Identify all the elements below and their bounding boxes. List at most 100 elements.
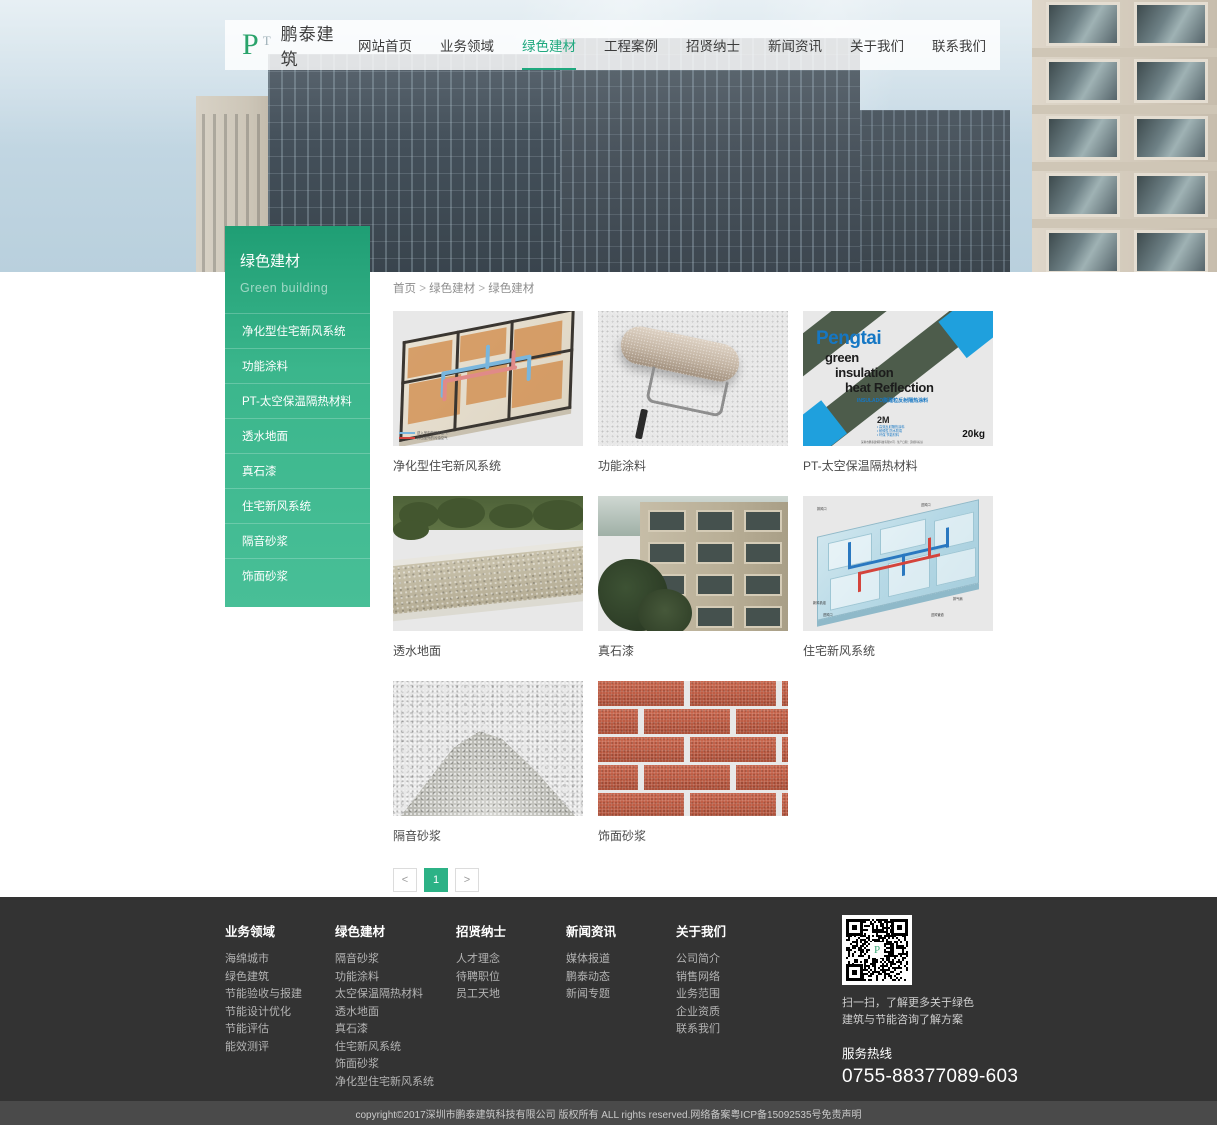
footer-link[interactable]: 联系我们 <box>676 1021 783 1038</box>
qr-finder-2 <box>891 919 908 936</box>
sidebar-header: 绿色建材 Green building <box>225 226 370 313</box>
qr-caption-line1: 扫一扫，了解更多关于绿色 <box>842 995 1092 1012</box>
product-image-8[interactable] <box>598 681 788 816</box>
nav-item-7[interactable]: 关于我们 <box>836 20 918 70</box>
logo-p-icon: P <box>242 30 259 60</box>
footer-link[interactable]: 待聘职位 <box>456 969 563 986</box>
footer-link[interactable]: 媒体报道 <box>566 951 673 968</box>
sidebar-title: 绿色建材 <box>240 250 370 271</box>
footer-link[interactable]: 人才理念 <box>456 951 563 968</box>
footer-link[interactable]: 绿色建筑 <box>225 969 332 986</box>
footer-link[interactable]: 节能验收与报建 <box>225 986 332 1003</box>
footer-link[interactable]: 净化型住宅新风系统 <box>335 1074 453 1091</box>
footer-link[interactable]: 太空保温隔热材料 <box>335 986 453 1003</box>
site-logo[interactable]: P T 鹏泰建筑 <box>225 20 344 70</box>
footer-link[interactable]: 功能涂料 <box>335 969 453 986</box>
sidebar-item-3[interactable]: PT-太空保温隔热材料 <box>225 383 370 418</box>
product-card[interactable]: 排风口送风口新风机组排气扇进风口送风管道住宅新风系统 <box>803 496 993 659</box>
footer-link[interactable]: 饰面砂浆 <box>335 1056 453 1073</box>
sidebar-item-8[interactable]: 饰面砂浆 <box>225 558 370 593</box>
nav-item-3[interactable]: 绿色建材 <box>508 20 590 70</box>
pagination-next[interactable]: > <box>455 868 479 892</box>
product-card[interactable]: Pengtaigreeninsulationheat ReflectionINS… <box>803 311 993 474</box>
footer-link[interactable]: 能效测评 <box>225 1039 332 1056</box>
product-image-4[interactable] <box>393 496 583 631</box>
site-footer: 业务领域海绵城市绿色建筑节能验收与报建节能设计优化节能评估能效测评绿色建材隔音砂… <box>0 897 1217 1101</box>
sidebar-item-4[interactable]: 透水地面 <box>225 418 370 453</box>
copyright-bar: copyright©2017深圳市鹏泰建筑科技有限公司 版权所有 ALL rig… <box>0 1101 1217 1125</box>
sidebar-item-7[interactable]: 隔音砂浆 <box>225 523 370 558</box>
breadcrumb-level3: 绿色建材 <box>488 283 534 295</box>
footer-column-1: 业务领域海绵城市绿色建筑节能验收与报建节能设计优化节能评估能效测评 <box>225 921 332 1091</box>
content-area: 绿色建材 Green building 净化型住宅新风系统功能涂料PT-太空保温… <box>0 272 1217 897</box>
nav-item-6[interactable]: 新闻资讯 <box>754 20 836 70</box>
footer-link[interactable]: 节能设计优化 <box>225 1004 332 1021</box>
breadcrumb-sep-1: > <box>419 283 426 295</box>
package-weight: 20kg <box>962 429 985 440</box>
hvac-label-2: 送风口 <box>921 502 931 507</box>
nav-item-1[interactable]: 网站首页 <box>344 20 426 70</box>
breadcrumb-home[interactable]: 首页 <box>393 283 416 295</box>
nav-item-2[interactable]: 业务领域 <box>426 20 508 70</box>
product-image-5[interactable] <box>598 496 788 631</box>
footer-link[interactable]: 真石漆 <box>335 1021 453 1038</box>
product-image-7[interactable] <box>393 681 583 816</box>
footer-qr-block: P 扫一扫，了解更多关于绿色 建筑与节能咨询了解方案 服务热线 0755-883… <box>842 915 1092 1088</box>
footer-link[interactable]: 企业资质 <box>676 1004 783 1021</box>
hvac-label-5: 进风口 <box>823 612 833 617</box>
product-card[interactable]: 饰面砂浆 <box>598 681 788 844</box>
breadcrumb: 首页 > 绿色建材 > 绿色建材 <box>393 272 993 296</box>
hvac-label-6: 送风管道 <box>931 612 944 617</box>
footer-link[interactable]: 透水地面 <box>335 1004 453 1021</box>
product-caption: 透水地面 <box>393 642 583 659</box>
footer-link[interactable]: 隔音砂浆 <box>335 951 453 968</box>
footer-column-title: 绿色建材 <box>335 921 453 940</box>
nav-item-5[interactable]: 招贤纳士 <box>672 20 754 70</box>
product-grid: 送入室内的新鲜空气排出室外的污浊空气净化型住宅新风系统功能涂料Pengtaigr… <box>393 311 993 866</box>
product-card[interactable]: 透水地面 <box>393 496 583 659</box>
sidebar-subtitle: Green building <box>240 281 370 295</box>
sidebar-item-5[interactable]: 真石漆 <box>225 453 370 488</box>
product-card[interactable]: 隔音砂浆 <box>393 681 583 844</box>
footer-link[interactable]: 销售网络 <box>676 969 783 986</box>
paint-roller-grip <box>635 409 648 440</box>
building-dark-right <box>860 110 1010 272</box>
hvac-label-1: 排风口 <box>817 506 827 511</box>
brand-name: 鹏泰建筑 <box>281 20 344 70</box>
footer-column-5: 关于我们公司简介销售网络业务范围企业资质联系我们 <box>676 921 783 1091</box>
package-footnote: 深圳市鹏泰建筑科技有限公司 · 生产日期：见喷码标识 <box>861 440 923 444</box>
nav-links: 网站首页业务领域绿色建材工程案例招贤纳士新闻资讯关于我们联系我们 <box>344 20 1000 70</box>
product-card[interactable]: 功能涂料 <box>598 311 788 474</box>
sidebar-item-6[interactable]: 住宅新风系统 <box>225 488 370 523</box>
sidebar-item-2[interactable]: 功能涂料 <box>225 348 370 383</box>
product-image-3[interactable]: Pengtaigreeninsulationheat ReflectionINS… <box>803 311 993 446</box>
footer-link[interactable]: 新闻专题 <box>566 986 673 1003</box>
footer-column-title: 关于我们 <box>676 921 783 940</box>
nav-item-8[interactable]: 联系我们 <box>918 20 1000 70</box>
pagination-page-1[interactable]: 1 <box>424 868 448 892</box>
sidebar-item-1[interactable]: 净化型住宅新风系统 <box>225 313 370 348</box>
breadcrumb-level2[interactable]: 绿色建材 <box>429 283 475 295</box>
product-caption: PT-太空保温隔热材料 <box>803 457 993 474</box>
product-card[interactable]: 真石漆 <box>598 496 788 659</box>
footer-link[interactable]: 公司简介 <box>676 951 783 968</box>
pagination-prev[interactable]: < <box>393 868 417 892</box>
footer-link[interactable]: 住宅新风系统 <box>335 1039 453 1056</box>
gravel-pile <box>401 724 575 816</box>
footer-column-title: 招贤纳士 <box>456 921 563 940</box>
hero-banner: P T 鹏泰建筑 网站首页业务领域绿色建材工程案例招贤纳士新闻资讯关于我们联系我… <box>0 0 1217 272</box>
product-image-2[interactable] <box>598 311 788 446</box>
product-image-6[interactable]: 排风口送风口新风机组排气扇进风口送风管道 <box>803 496 993 631</box>
footer-link[interactable]: 业务范围 <box>676 986 783 1003</box>
footer-link[interactable]: 鹏泰动态 <box>566 969 673 986</box>
main-navbar: P T 鹏泰建筑 网站首页业务领域绿色建材工程案例招贤纳士新闻资讯关于我们联系我… <box>225 20 1000 70</box>
product-card[interactable]: 送入室内的新鲜空气排出室外的污浊空气净化型住宅新风系统 <box>393 311 583 474</box>
package-bullets: • 高效反射隔热涂料• 耐候性 防水防霉• 环保 节能材料 <box>877 425 905 437</box>
nav-item-4[interactable]: 工程案例 <box>590 20 672 70</box>
product-image-1[interactable]: 送入室内的新鲜空气排出室外的污浊空气 <box>393 311 583 446</box>
footer-link[interactable]: 海绵城市 <box>225 951 332 968</box>
footer-link[interactable]: 员工天地 <box>456 986 563 1003</box>
package-line3: heat Reflection <box>845 380 934 395</box>
product-caption: 真石漆 <box>598 642 788 659</box>
footer-link[interactable]: 节能评估 <box>225 1021 332 1038</box>
